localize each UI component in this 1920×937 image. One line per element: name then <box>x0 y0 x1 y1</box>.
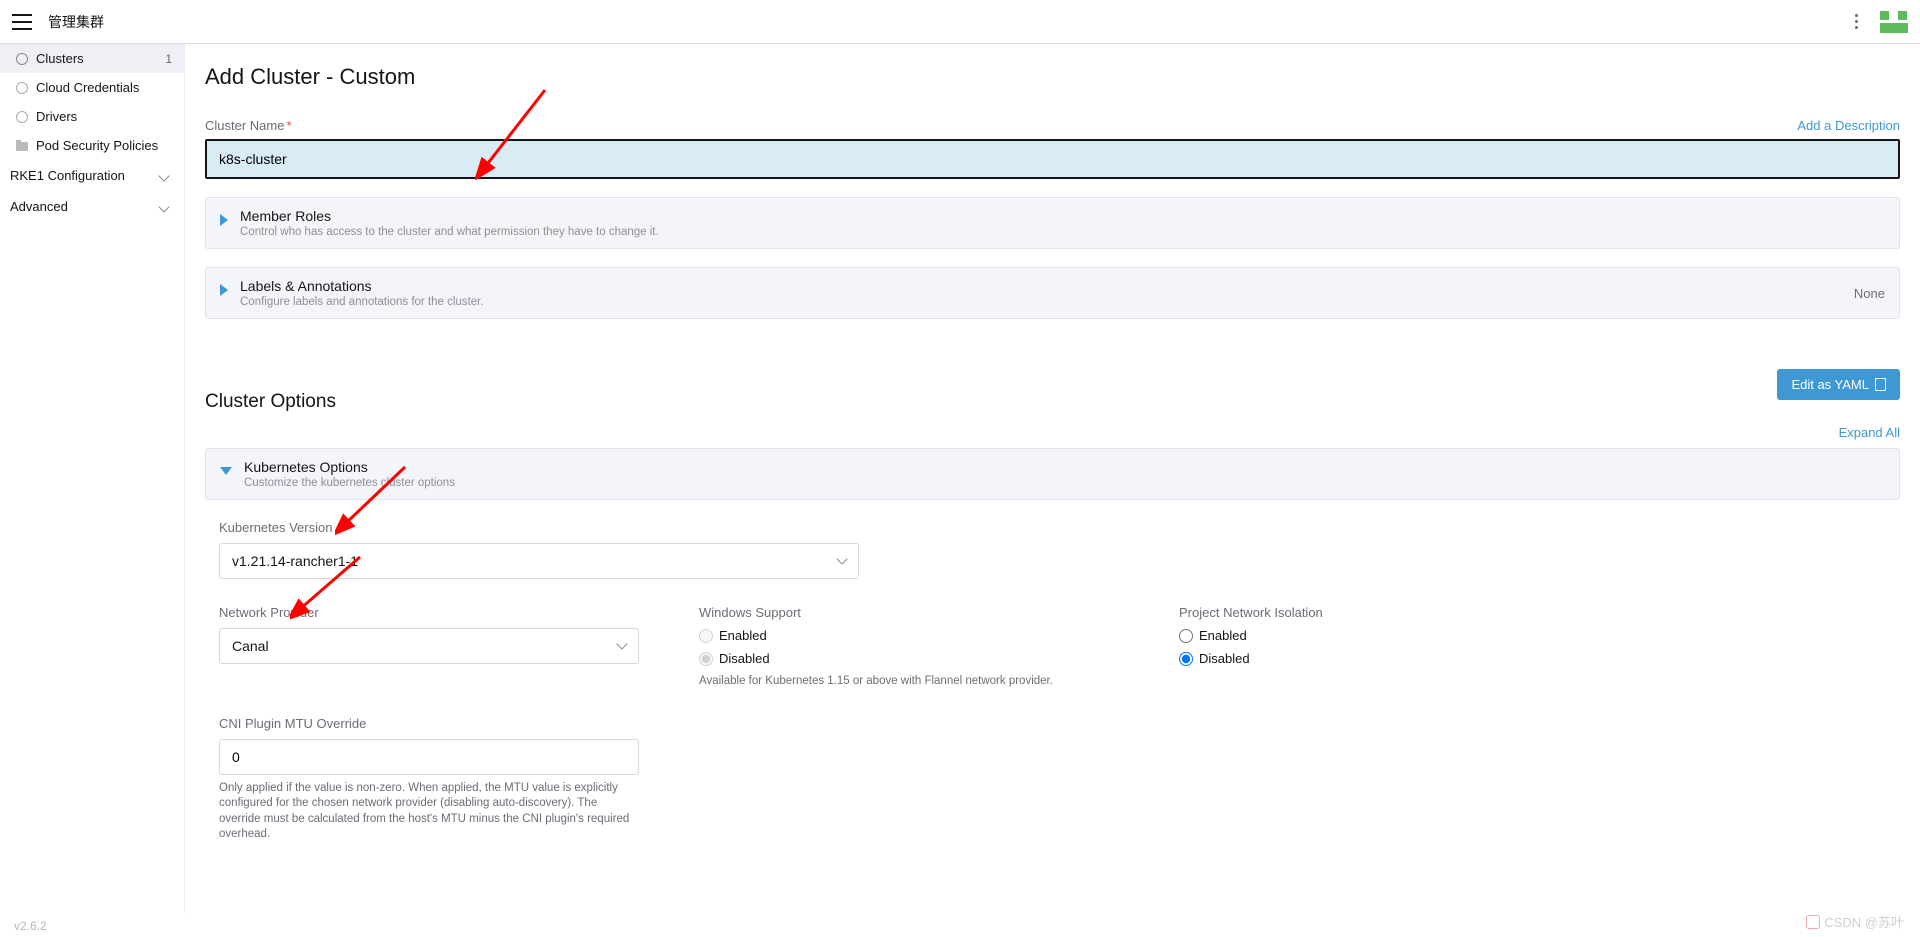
isolation-enabled-radio[interactable]: Enabled <box>1179 628 1599 643</box>
cluster-name-label: Cluster Name* <box>205 118 292 133</box>
kubernetes-options-panel: Kubernetes Options Customize the kuberne… <box>205 448 1900 500</box>
gear-icon <box>16 53 28 65</box>
network-provider-select[interactable]: Canal <box>219 628 639 664</box>
k8s-version-select[interactable]: v1.21.14-rancher1-1 <box>219 543 859 579</box>
sidebar-group-label: RKE1 Configuration <box>10 168 125 183</box>
topbar: 管理集群 <box>0 0 1920 44</box>
kebab-menu-icon[interactable] <box>1851 10 1862 33</box>
cni-mtu-label: CNI Plugin MTU Override <box>219 716 639 731</box>
sidebar-group-advanced[interactable]: Advanced <box>0 191 184 222</box>
windows-support-radio-group: Enabled Disabled <box>699 628 1119 666</box>
expand-icon[interactable] <box>220 284 228 296</box>
button-label: Edit as YAML <box>1791 377 1869 392</box>
cni-mtu-help: Only applied if the value is non-zero. W… <box>219 781 639 843</box>
cluster-options-heading: Cluster Options <box>205 391 336 413</box>
expand-all-link[interactable]: Expand All <box>1839 425 1900 440</box>
sidebar-item-drivers[interactable]: Drivers <box>0 102 184 131</box>
panel-subtitle: Control who has access to the cluster an… <box>240 226 1885 238</box>
sidebar-item-label: Clusters <box>36 51 84 66</box>
sidebar-item-cloud-credentials[interactable]: Cloud Credentials <box>0 73 184 102</box>
sidebar-group-rke1[interactable]: RKE1 Configuration <box>0 160 184 191</box>
expand-icon[interactable] <box>220 214 228 226</box>
select-value: v1.21.14-rancher1-1 <box>232 553 358 569</box>
count-badge: 1 <box>165 52 172 66</box>
panel-subtitle: Customize the kubernetes cluster options <box>244 477 1885 489</box>
select-value: Canal <box>232 638 269 654</box>
windows-support-help: Available for Kubernetes 1.15 or above w… <box>699 674 1119 690</box>
windows-support-label: Windows Support <box>699 605 1119 620</box>
panel-title: Labels & Annotations <box>240 278 1854 294</box>
isolation-disabled-radio[interactable]: Disabled <box>1179 651 1599 666</box>
chevron-down-icon <box>158 201 169 212</box>
chevron-down-icon <box>616 638 627 649</box>
network-provider-label: Network Provider <box>219 605 639 620</box>
windows-disabled-radio[interactable]: Disabled <box>699 651 1119 666</box>
windows-enabled-radio[interactable]: Enabled <box>699 628 1119 643</box>
page-title: Add Cluster - Custom <box>205 64 1900 90</box>
cni-mtu-input[interactable] <box>219 739 639 775</box>
csdn-icon <box>1806 915 1820 929</box>
main-content: Add Cluster - Custom Cluster Name* Add a… <box>185 44 1920 913</box>
labels-annotations-panel[interactable]: Labels & Annotations Configure labels an… <box>205 267 1900 319</box>
project-isolation-radio-group: Enabled Disabled <box>1179 628 1599 666</box>
collapse-icon[interactable] <box>220 467 232 475</box>
sidebar-item-label: Pod Security Policies <box>36 138 158 153</box>
folder-icon <box>16 142 28 151</box>
k8s-version-label: Kubernetes Version <box>219 520 859 535</box>
version-footer: v2.6.2 <box>0 915 61 937</box>
circle-icon <box>16 111 28 123</box>
edit-as-yaml-button[interactable]: Edit as YAML <box>1777 369 1900 400</box>
panel-title: Kubernetes Options <box>244 459 1885 475</box>
circle-icon <box>16 82 28 94</box>
sidebar-item-pod-security[interactable]: Pod Security Policies <box>0 131 184 160</box>
sidebar-item-label: Drivers <box>36 109 77 124</box>
cluster-name-input[interactable] <box>205 139 1900 179</box>
sidebar-item-clusters[interactable]: Clusters 1 <box>0 44 184 73</box>
panel-subtitle: Configure labels and annotations for the… <box>240 296 1854 308</box>
member-roles-panel[interactable]: Member Roles Control who has access to t… <box>205 197 1900 249</box>
sidebar-item-label: Cloud Credentials <box>36 80 139 95</box>
sidebar-group-label: Advanced <box>10 199 68 214</box>
rancher-logo-icon <box>1880 11 1908 33</box>
chevron-down-icon <box>836 553 847 564</box>
panel-title: Member Roles <box>240 208 1885 224</box>
sidebar: Clusters 1 Cloud Credentials Drivers Pod… <box>0 44 185 913</box>
chevron-down-icon <box>158 170 169 181</box>
document-icon <box>1875 378 1886 391</box>
add-description-link[interactable]: Add a Description <box>1797 118 1900 133</box>
breadcrumb: 管理集群 <box>48 12 104 32</box>
labels-count: None <box>1854 286 1885 301</box>
menu-icon[interactable] <box>12 14 32 30</box>
project-isolation-label: Project Network Isolation <box>1179 605 1599 620</box>
watermark: CSDN @苏叶 <box>1806 912 1904 931</box>
